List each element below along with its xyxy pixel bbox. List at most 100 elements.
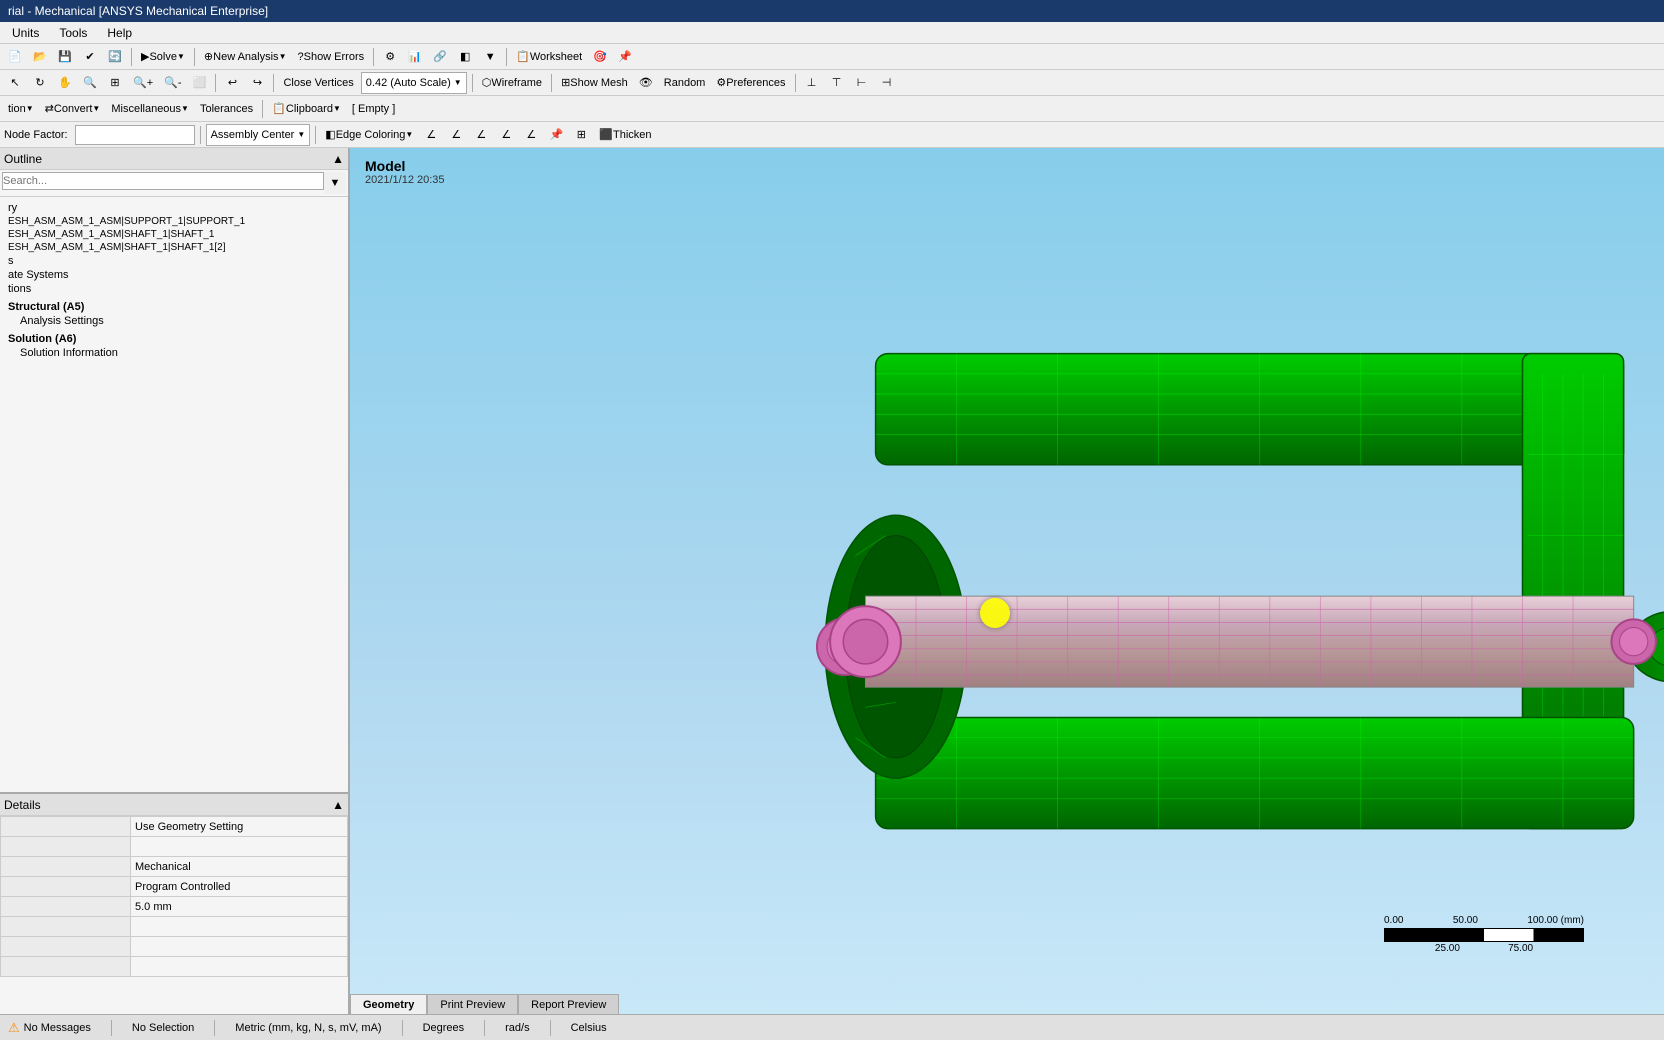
new-analysis-btn[interactable]: ⊕ New Analysis ▼: [200, 46, 291, 68]
props-row-7: [1, 957, 348, 977]
viewport[interactable]: Model 2021/1/12 20:35: [350, 148, 1664, 1014]
scale-val-0: 0.00: [1384, 915, 1403, 926]
props-key-1: [1, 837, 131, 857]
align-btn-4[interactable]: ⊣: [876, 72, 898, 94]
scale-icon-btn[interactable]: ⊞: [570, 124, 592, 146]
pan-btn[interactable]: ✋: [54, 72, 76, 94]
pin-btn[interactable]: 📌: [545, 124, 567, 146]
props-key-3: [1, 877, 131, 897]
model-3d-view[interactable]: [350, 148, 1664, 1014]
icon-btn-a[interactable]: ⚙: [379, 46, 401, 68]
sep3: [373, 48, 374, 66]
scale-val-2: 100.00 (mm): [1527, 915, 1584, 926]
save-btn[interactable]: 💾: [54, 46, 76, 68]
tree-item-5[interactable]: ate Systems: [4, 268, 344, 282]
tree-item-9[interactable]: Solution (A6): [4, 332, 344, 346]
sep1: [131, 48, 132, 66]
tree-item-7[interactable]: Structural (A5): [4, 300, 344, 314]
thicken-btn[interactable]: ⬛ Thicken: [595, 124, 655, 146]
select-btn[interactable]: ↖: [4, 72, 26, 94]
tion-arrow: ▼: [26, 104, 34, 113]
scale-bar: 0.00 50.00 100.00 (mm) 25.00 75.00: [1384, 915, 1584, 954]
close-vertices-btn[interactable]: Close Vertices: [279, 72, 357, 94]
tree-item-0[interactable]: ry: [4, 201, 344, 215]
assembly-center-dropdown[interactable]: Assembly Center ▼: [206, 124, 311, 146]
props-val-1: [131, 837, 348, 857]
scale-mid-2: 75.00: [1508, 943, 1533, 954]
props-key-0: [1, 817, 131, 837]
zoom-out-btn[interactable]: 🔍-: [160, 72, 185, 94]
angle-btn-1[interactable]: ∠: [420, 124, 442, 146]
rotate-btn[interactable]: ↻: [29, 72, 51, 94]
new-btn[interactable]: 📄: [4, 46, 26, 68]
open-btn[interactable]: 📂: [29, 46, 51, 68]
icon-btn-f[interactable]: 🎯: [589, 46, 611, 68]
tion-btn[interactable]: tion ▼: [4, 98, 38, 120]
zoom-btn[interactable]: 🔍: [79, 72, 101, 94]
tree-item-3[interactable]: ESH_ASM_ASM_1_ASM|SHAFT_1|SHAFT_1[2]: [4, 241, 344, 254]
align-btn-3[interactable]: ⊢: [851, 72, 873, 94]
refresh-btn[interactable]: 🔄: [104, 46, 126, 68]
icon-btn-b[interactable]: 📊: [404, 46, 426, 68]
redo-btn[interactable]: ↪: [246, 72, 268, 94]
random-btn[interactable]: Random: [660, 72, 710, 94]
tree-filter-btn[interactable]: ▼: [324, 172, 346, 194]
tree-item-1[interactable]: ESH_ASM_ASM_1_ASM|SUPPORT_1|SUPPORT_1: [4, 215, 344, 228]
rads-item: rad/s: [505, 1022, 529, 1034]
node-factor-input[interactable]: [75, 125, 195, 145]
angle-btn-5[interactable]: ∠: [520, 124, 542, 146]
menu-units[interactable]: Units: [4, 24, 47, 42]
view-btn[interactable]: 👁: [635, 72, 657, 94]
sep2: [194, 48, 195, 66]
align-btn-2[interactable]: ⊤: [826, 72, 848, 94]
angle-btn-2[interactable]: ∠: [445, 124, 467, 146]
angle-btn-4[interactable]: ∠: [495, 124, 517, 146]
tab-geometry[interactable]: Geometry: [350, 994, 427, 1014]
wireframe-btn[interactable]: ⬡ Wireframe: [478, 72, 546, 94]
clipboard-btn[interactable]: 📋 Clipboard ▼: [268, 98, 345, 120]
scale-mid-3: [1581, 943, 1584, 954]
angle-btn-3[interactable]: ∠: [470, 124, 492, 146]
tab-print-preview[interactable]: Print Preview: [427, 994, 518, 1014]
zoom-fit-btn[interactable]: ⊞: [104, 72, 126, 94]
undo-btn[interactable]: ↩: [221, 72, 243, 94]
sep10: [262, 100, 263, 118]
misc-arrow: ▼: [181, 104, 189, 113]
preferences-btn[interactable]: ⚙ Preferences: [712, 72, 789, 94]
icon-btn-c[interactable]: 🔗: [429, 46, 451, 68]
icon-btn-e[interactable]: ▼: [479, 46, 501, 68]
zoom-in-btn[interactable]: 🔍+: [129, 72, 157, 94]
convert-icon: ⇄: [45, 102, 54, 115]
show-mesh-btn[interactable]: ⊞ Show Mesh: [557, 72, 632, 94]
misc-btn[interactable]: Miscellaneous ▼: [107, 98, 193, 120]
icon-btn-g[interactable]: 📌: [614, 46, 636, 68]
tree-item-8[interactable]: Analysis Settings: [4, 314, 344, 328]
viewport-header: Model 2021/1/12 20:35: [365, 158, 445, 186]
convert-btn[interactable]: ⇄ Convert ▼: [41, 98, 105, 120]
tree-item-2[interactable]: ESH_ASM_ASM_1_ASM|SHAFT_1|SHAFT_1: [4, 228, 344, 241]
check-btn[interactable]: ✔: [79, 46, 101, 68]
align-btn-1[interactable]: ⊥: [801, 72, 823, 94]
tab-report-preview[interactable]: Report Preview: [518, 994, 619, 1014]
empty-btn[interactable]: [ Empty ]: [348, 98, 399, 120]
auto-scale-dropdown[interactable]: 0.42 (Auto Scale) ▼: [361, 72, 467, 94]
clipboard-arrow: ▼: [333, 104, 341, 113]
tree-item-4[interactable]: s: [4, 254, 344, 268]
worksheet-btn[interactable]: 📋 Worksheet: [512, 46, 586, 68]
solve-btn[interactable]: ▶ Solve ▼: [137, 46, 189, 68]
tolerances-btn[interactable]: Tolerances: [196, 98, 257, 120]
menu-help[interactable]: Help: [99, 24, 140, 42]
tree-panel: Outline ▲ ▼ ry ESH_ASM_ASM_1_ASM|SUPPORT…: [0, 148, 348, 794]
scale-val-1: 50.00: [1453, 915, 1478, 926]
props-val-2: Mechanical: [131, 857, 348, 877]
icon-btn-d[interactable]: ◧: [454, 46, 476, 68]
tree-search-input[interactable]: [2, 172, 324, 190]
menu-tools[interactable]: Tools: [51, 24, 95, 42]
tree-item-6[interactable]: tions: [4, 282, 344, 296]
tree-item-10[interactable]: Solution Information: [4, 346, 344, 360]
show-errors-btn[interactable]: ? Show Errors: [293, 46, 368, 68]
tree-collapse-icon[interactable]: ▲: [332, 152, 344, 166]
edge-coloring-btn[interactable]: ◧ Edge Coloring ▼: [321, 124, 417, 146]
zoom-box-btn[interactable]: ⬜: [188, 72, 210, 94]
props-collapse-icon[interactable]: ▲: [332, 798, 344, 812]
